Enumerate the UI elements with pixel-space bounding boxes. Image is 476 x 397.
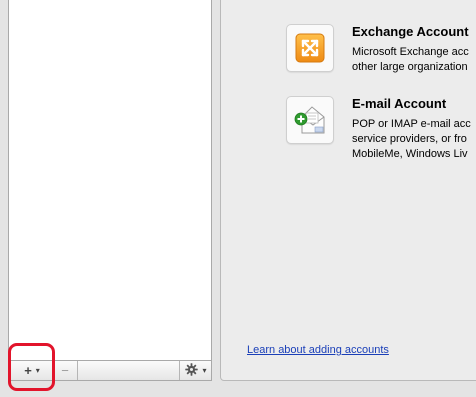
gear-icon [185,362,199,379]
add-account-button[interactable]: + ▾ [13,361,51,380]
account-description: Microsoft Exchange acc other large organ… [352,45,476,75]
description-line: other large organization [352,61,468,73]
account-title: Exchange Account [352,24,469,39]
learn-about-adding-accounts-link[interactable]: Learn about adding accounts [247,344,389,356]
chevron-down-icon: ▾ [35,366,40,375]
exchange-icon [286,24,334,72]
email-icon [286,96,334,144]
minus-icon: − [61,363,69,378]
list-toolbar: + ▾ − ▾ [8,360,212,381]
accounts-list[interactable] [8,0,212,361]
toolbar-divider [179,361,180,380]
description-line: Microsoft Exchange acc [352,46,469,58]
account-title: E-mail Account [352,96,447,111]
description-line: POP or IMAP e-mail acc [352,118,471,130]
account-description: POP or IMAP e-mail acc service providers… [352,117,476,162]
description-line: MobileMe, Windows Liv [352,148,468,160]
toolbar-divider [52,361,53,380]
remove-account-button[interactable]: − [55,361,75,380]
toolbar-divider [77,361,78,380]
action-menu-button[interactable]: ▾ [181,361,211,380]
description-line: service providers, or fro [352,133,467,145]
plus-icon: + [24,363,32,378]
chevron-down-icon: ▾ [202,366,207,375]
